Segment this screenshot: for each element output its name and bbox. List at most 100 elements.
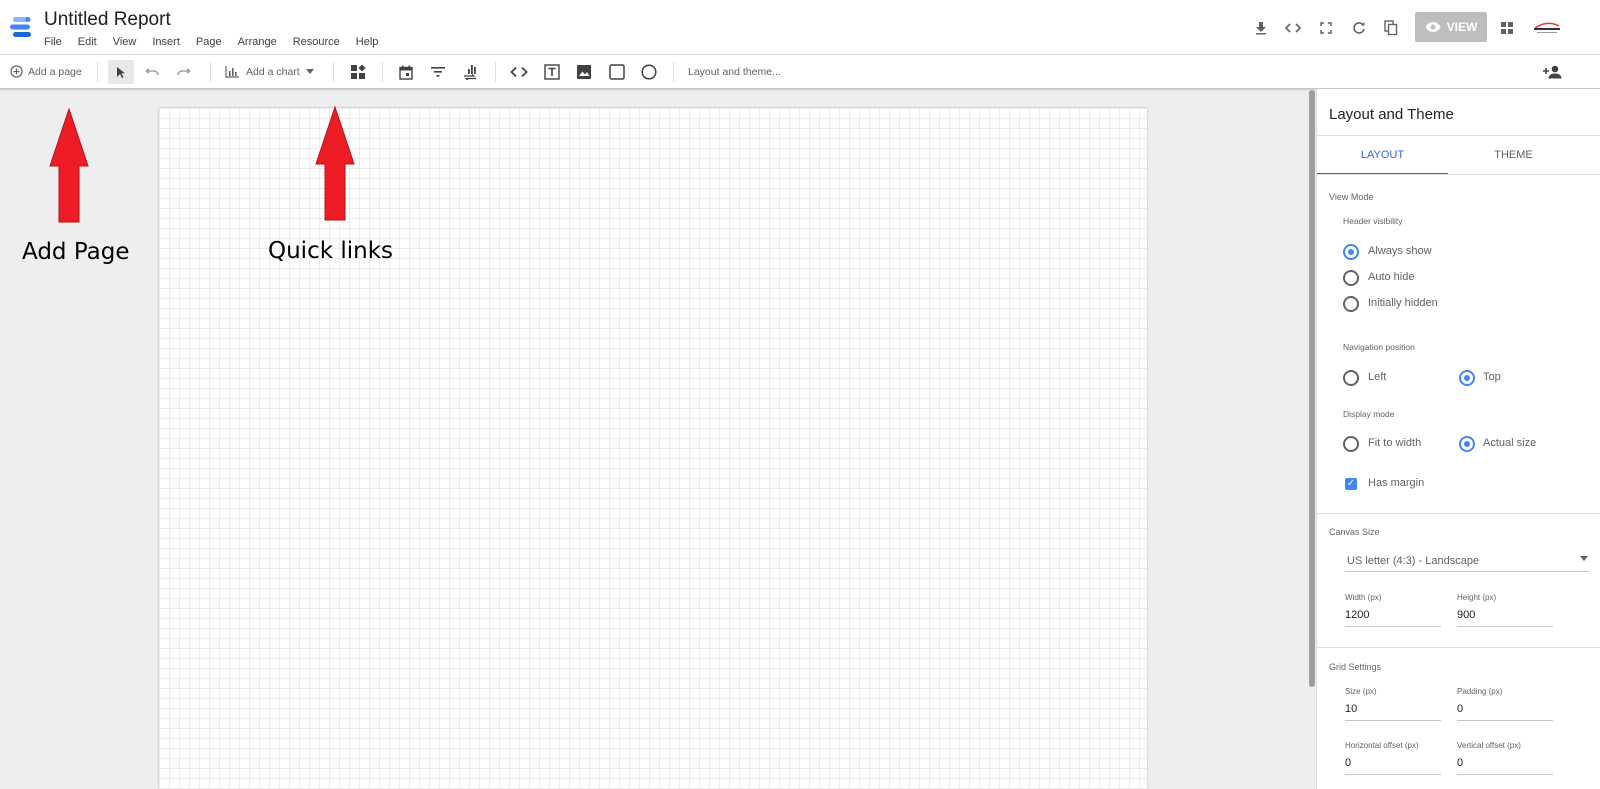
navigation-position-label: Navigation position <box>1343 342 1415 352</box>
toolbar-divider <box>333 62 334 82</box>
canvas-size-dropdown[interactable]: US letter (4:3) - Landscape <box>1345 547 1590 572</box>
image-icon[interactable] <box>574 62 594 82</box>
menu-file[interactable]: File <box>44 36 70 48</box>
height-input[interactable]: 900 <box>1457 609 1553 627</box>
initially-hidden-label: Initially hidden <box>1368 297 1438 309</box>
divider <box>1317 135 1600 136</box>
menu-resource[interactable]: Resource <box>285 36 348 48</box>
add-person-icon[interactable] <box>1542 62 1562 82</box>
grid-settings-title: Grid Settings <box>1329 662 1382 672</box>
grid-size-input[interactable]: 10 <box>1345 703 1441 721</box>
undo-icon[interactable] <box>142 62 162 82</box>
download-icon[interactable] <box>1250 17 1272 39</box>
radio-actual-size[interactable] <box>1459 436 1475 452</box>
always-show-label: Always show <box>1368 245 1432 257</box>
menu-page[interactable]: Page <box>188 36 230 48</box>
embed-code-icon[interactable] <box>1282 17 1304 39</box>
toolbar-divider <box>97 62 98 82</box>
community-viz-icon[interactable] <box>348 62 368 82</box>
layout-theme-panel: Layout and Theme LAYOUT THEME View Mode … <box>1316 89 1600 789</box>
vertical-offset-input[interactable]: 0 <box>1457 757 1553 775</box>
eye-icon <box>1425 22 1441 32</box>
tab-layout[interactable]: LAYOUT <box>1317 137 1448 175</box>
menu-edit[interactable]: Edit <box>70 36 105 48</box>
nav-top-label: Top <box>1483 371 1501 383</box>
width-input[interactable]: 1200 <box>1345 609 1441 627</box>
add-page-arrow-icon <box>49 108 89 223</box>
data-studio-logo-icon[interactable] <box>10 15 34 39</box>
brand-logo[interactable] <box>1532 21 1562 35</box>
layout-theme-button[interactable]: Layout and theme... <box>688 55 781 88</box>
add-chart-button[interactable]: Add a chart <box>225 55 314 88</box>
data-control-icon[interactable] <box>460 62 480 82</box>
radio-auto-hide[interactable] <box>1343 270 1359 286</box>
padding-label: Padding (px) <box>1457 687 1503 696</box>
text-box-icon[interactable] <box>542 62 562 82</box>
quick-links-arrow-icon <box>315 106 355 221</box>
apps-grid-icon[interactable] <box>1496 17 1518 39</box>
radio-nav-top[interactable] <box>1459 370 1475 386</box>
pointer-icon[interactable] <box>111 62 131 82</box>
report-title[interactable]: Untitled Report <box>44 9 171 31</box>
panel-scrollbar[interactable] <box>1309 90 1315 687</box>
menu-bar: File Edit View Insert Page Arrange Resou… <box>44 36 386 48</box>
menu-view[interactable]: View <box>105 36 145 48</box>
refresh-icon[interactable] <box>1348 17 1370 39</box>
rectangle-icon[interactable] <box>607 62 627 82</box>
app-header: Untitled Report File Edit View Insert Pa… <box>0 0 1600 55</box>
menu-help[interactable]: Help <box>348 36 387 48</box>
header-visibility-label: Header visibility <box>1343 216 1403 226</box>
auto-hide-label: Auto hide <box>1368 271 1415 283</box>
quick-links-annotation: Quick links <box>268 238 394 264</box>
divider <box>1317 513 1600 514</box>
canvas-size-title: Canvas Size <box>1329 527 1380 537</box>
grid-size-label: Size (px) <box>1345 687 1377 696</box>
radio-fit-to-width[interactable] <box>1343 436 1359 452</box>
tab-theme[interactable]: THEME <box>1448 137 1579 173</box>
actual-size-label: Actual size <box>1483 437 1537 449</box>
padding-input[interactable]: 0 <box>1457 703 1553 721</box>
has-margin-label: Has margin <box>1368 477 1425 489</box>
vertical-offset-label: Vertical offset (px) <box>1457 741 1521 750</box>
nav-left-label: Left <box>1368 371 1387 383</box>
horizontal-offset-input[interactable]: 0 <box>1345 757 1441 775</box>
date-range-icon[interactable] <box>396 62 416 82</box>
dropdown-caret-icon <box>1580 556 1588 561</box>
height-label: Height (px) <box>1457 593 1497 602</box>
copy-icon[interactable] <box>1380 17 1402 39</box>
view-button-label: VIEW <box>1446 20 1478 34</box>
canvas-size-value: US letter (4:3) - Landscape <box>1347 555 1480 567</box>
radio-always-show[interactable] <box>1343 244 1359 260</box>
divider <box>1317 647 1600 648</box>
divider <box>1317 174 1600 175</box>
toolbar-divider <box>495 62 496 82</box>
radio-nav-left[interactable] <box>1343 370 1359 386</box>
view-mode-title: View Mode <box>1329 192 1374 202</box>
report-canvas[interactable] <box>159 108 1147 789</box>
has-margin-checkbox[interactable]: ✓ <box>1345 478 1357 490</box>
add-circle-icon <box>10 65 23 78</box>
filter-icon[interactable] <box>428 62 448 82</box>
radio-initially-hidden[interactable] <box>1343 296 1359 312</box>
panel-title: Layout and Theme <box>1329 106 1454 123</box>
horizontal-offset-label: Horizontal offset (px) <box>1345 741 1419 750</box>
toolbar-divider <box>382 62 383 82</box>
embed-url-icon[interactable] <box>509 62 529 82</box>
add-page-annotation: Add Page <box>22 239 130 265</box>
redo-icon[interactable] <box>174 62 194 82</box>
toolbar-divider <box>673 62 674 82</box>
bar-chart-icon <box>225 66 239 78</box>
fit-to-width-label: Fit to width <box>1368 437 1422 449</box>
fullscreen-icon[interactable] <box>1315 17 1337 39</box>
width-label: Width (px) <box>1345 593 1382 602</box>
add-page-button[interactable]: Add a page <box>10 55 82 88</box>
dropdown-caret-icon <box>305 69 314 74</box>
add-page-label: Add a page <box>28 65 82 78</box>
menu-arrange[interactable]: Arrange <box>230 36 285 48</box>
view-button[interactable]: VIEW <box>1415 12 1487 42</box>
toolbar: Add a page Add a chart Layout and theme.… <box>0 55 1600 89</box>
toolbar-divider <box>210 62 211 82</box>
circle-icon[interactable] <box>639 62 659 82</box>
menu-insert[interactable]: Insert <box>144 36 188 48</box>
display-mode-label: Display mode <box>1343 409 1395 419</box>
